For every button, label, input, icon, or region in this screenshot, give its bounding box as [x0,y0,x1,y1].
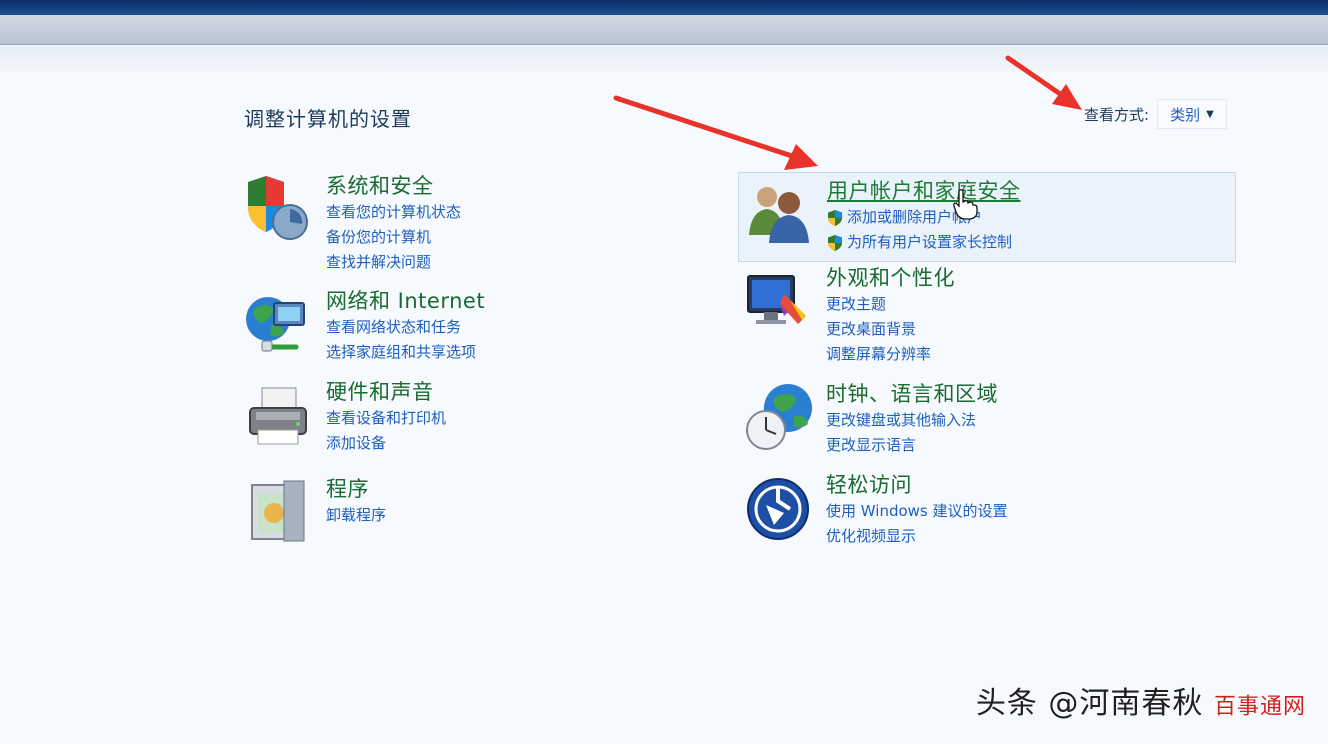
link-add-device[interactable]: 添加设备 [326,431,446,456]
category-title[interactable]: 网络和 Internet [326,287,485,315]
category-user-accounts[interactable]: 用户帐户和家庭安全 添加或删除用户帐户 为所有用户设置家长控制 [738,172,1236,262]
category-title[interactable]: 时钟、语言和区域 [826,380,998,408]
programs-box-icon[interactable] [244,475,316,547]
address-bar[interactable] [0,15,1328,45]
category-title[interactable]: 硬件和声音 [326,378,446,406]
link-view-devices-printers[interactable]: 查看设备和打印机 [326,406,446,431]
link-change-theme[interactable]: 更改主题 [826,292,955,317]
category-title[interactable]: 系统和安全 [326,172,461,200]
category-clock-language: 时钟、语言和区域 更改键盘或其他输入法 更改显示语言 [744,380,998,458]
watermark: 头条 @河南春秋 百事通网 [976,678,1306,722]
link-change-desktop-background[interactable]: 更改桌面背景 [826,317,955,342]
category-appearance: 外观和个性化 更改主题 更改桌面背景 调整屏幕分辨率 [744,264,955,367]
category-hardware-sound: 硬件和声音 查看设备和打印机 添加设备 [244,378,446,456]
category-programs: 程序 卸载程序 [244,475,386,547]
hand-cursor-icon [953,189,978,220]
view-by-label: 查看方式: [1084,105,1150,124]
link-text: 为所有用户设置家长控制 [847,233,1013,251]
link-change-input-method[interactable]: 更改键盘或其他输入法 [826,408,998,433]
ease-of-access-icon[interactable] [744,471,816,543]
link-view-computer-status[interactable]: 查看您的计算机状态 [326,200,461,225]
link-parental-controls[interactable]: 为所有用户设置家长控制 [827,230,1021,255]
view-by-control: 查看方式: 类别 ▼ [1084,98,1227,130]
toolbar-strip [0,46,1328,72]
category-ease-of-access: 轻松访问 使用 Windows 建议的设置 优化视频显示 [744,471,1008,549]
link-change-display-language[interactable]: 更改显示语言 [826,433,998,458]
category-title[interactable]: 程序 [326,475,386,503]
printer-icon[interactable] [244,378,316,450]
watermark-overlay: 百事通网 [1213,694,1306,720]
network-globe-icon[interactable] [244,287,316,359]
chevron-down-icon: ▼ [1206,108,1214,120]
link-optimize-video-display[interactable]: 优化视频显示 [826,524,1008,549]
link-add-remove-user[interactable]: 添加或删除用户帐户 [827,205,1021,230]
users-icon[interactable] [745,177,817,249]
link-backup-computer[interactable]: 备份您的计算机 [326,225,461,250]
link-windows-recommended-settings[interactable]: 使用 Windows 建议的设置 [826,499,1008,524]
link-find-fix-problems[interactable]: 查找并解决问题 [326,250,461,275]
link-view-network-status[interactable]: 查看网络状态和任务 [326,315,485,340]
watermark-main: 头条 @河南春秋 [975,686,1204,721]
link-uninstall-program[interactable]: 卸载程序 [326,503,386,528]
category-title[interactable]: 外观和个性化 [826,264,955,292]
uac-shield-icon [828,234,842,251]
view-by-value: 类别 [1170,105,1201,124]
link-adjust-resolution[interactable]: 调整屏幕分辨率 [826,342,955,367]
category-title[interactable]: 轻松访问 [826,471,1008,499]
category-system-security: 系统和安全 查看您的计算机状态 备份您的计算机 查找并解决问题 [244,172,461,275]
link-homegroup-sharing[interactable]: 选择家庭组和共享选项 [326,340,485,365]
clock-globe-icon[interactable] [744,380,816,452]
category-title[interactable]: 用户帐户和家庭安全 [827,177,1021,205]
window-title-bar [0,0,1328,15]
page-title: 调整计算机的设置 [244,107,412,131]
view-by-dropdown[interactable]: 类别 ▼ [1157,99,1227,129]
uac-shield-icon [828,209,842,226]
category-network-internet: 网络和 Internet 查看网络状态和任务 选择家庭组和共享选项 [244,287,485,365]
shield-icon[interactable] [244,172,316,244]
monitor-palette-icon[interactable] [744,264,816,336]
